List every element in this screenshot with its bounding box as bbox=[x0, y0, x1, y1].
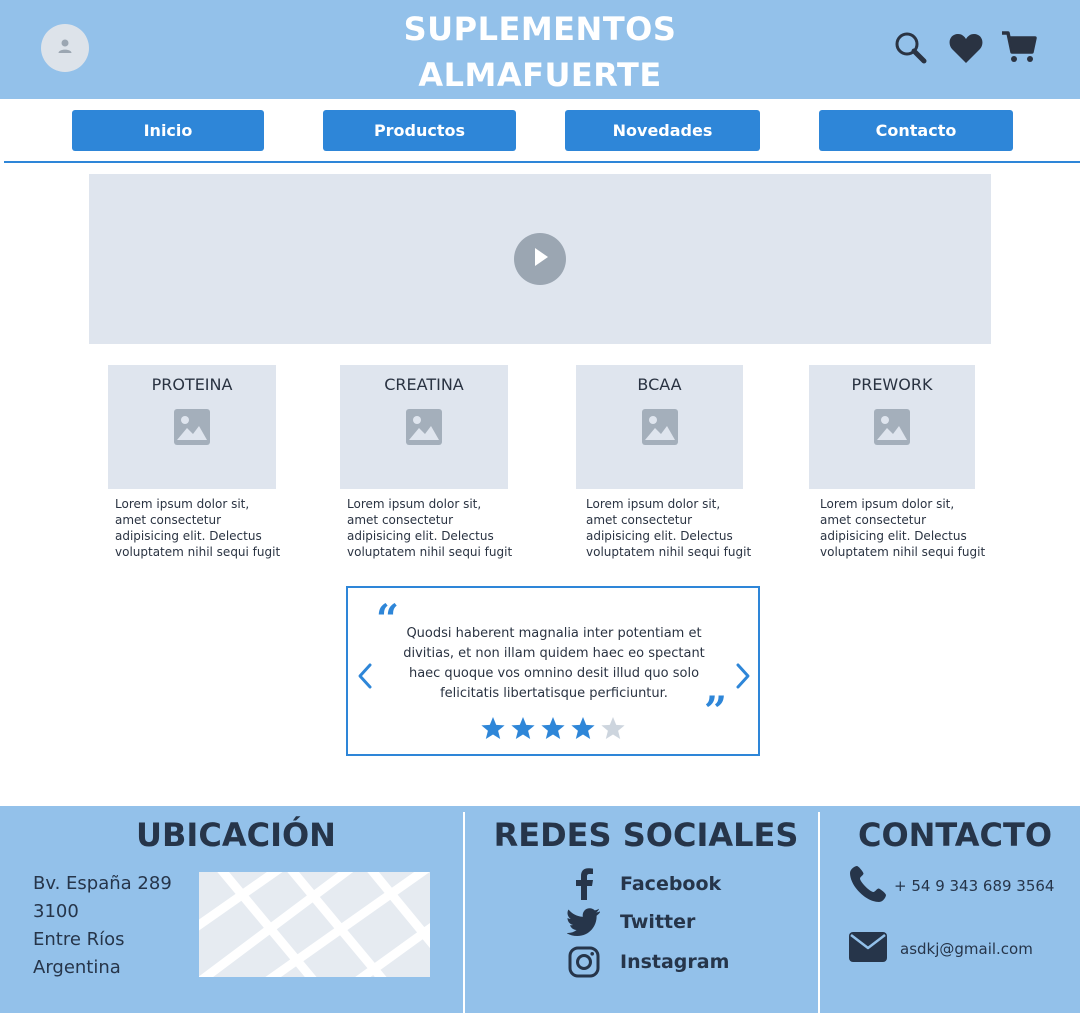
footer-divider bbox=[463, 812, 465, 1013]
play-icon bbox=[530, 246, 550, 272]
address-line: Bv. España 289 bbox=[33, 873, 172, 894]
address-line: Argentina bbox=[33, 957, 121, 978]
product-description-line: voluptatem nihil sequi fugit bbox=[820, 545, 986, 559]
user-avatar[interactable] bbox=[41, 24, 89, 72]
facebook-icon bbox=[566, 868, 602, 900]
product-description-line: voluptatem nihil sequi fugit bbox=[586, 545, 752, 559]
product-card-prework[interactable]: PREWORK bbox=[809, 365, 975, 489]
testimonial-line: felicitatis libertatisque perficiuntur. bbox=[440, 686, 668, 701]
site-footer: UBICACIÓN Bv. España 289 3100 Entre Ríos… bbox=[0, 806, 1080, 1013]
nav-productos-button[interactable]: Productos bbox=[323, 110, 516, 151]
product-description-line: amet consectetur bbox=[586, 513, 693, 527]
product-description-line: adipisicing elit. Delectus bbox=[820, 529, 967, 543]
star-icon bbox=[480, 716, 506, 745]
product-description: Lorem ipsum dolor sit, amet consectetur … bbox=[115, 496, 285, 560]
nav-divider bbox=[4, 161, 1080, 163]
social-heading: REDES SOCIALES bbox=[493, 816, 799, 854]
chevron-left-icon[interactable] bbox=[356, 662, 374, 694]
testimonial-line: Quodsi haberent magnalia inter potentiam… bbox=[406, 626, 702, 641]
social-link-facebook[interactable]: Facebook bbox=[566, 868, 721, 900]
testimonial-carousel: “ ” Quodsi haberent magnalia inter poten… bbox=[346, 586, 760, 756]
footer-divider bbox=[818, 812, 820, 1013]
star-icon bbox=[510, 716, 536, 745]
email-address: asdkj@gmail.com bbox=[900, 940, 1033, 958]
main-nav: Inicio Productos Novedades Contacto bbox=[0, 99, 1080, 163]
play-button[interactable] bbox=[514, 233, 566, 285]
site-title: SUPLEMENTOS ALMAFUERTE bbox=[340, 6, 740, 98]
user-icon bbox=[56, 37, 74, 59]
product-title: PROTEINA bbox=[151, 375, 233, 394]
product-description-line: Lorem ipsum dolor sit, bbox=[115, 497, 250, 511]
site-title-line2: ALMAFUERTE bbox=[418, 56, 662, 94]
twitter-icon bbox=[566, 908, 602, 936]
nav-inicio-button[interactable]: Inicio bbox=[72, 110, 264, 151]
social-link-instagram[interactable]: Instagram bbox=[566, 946, 729, 978]
social-label: Twitter bbox=[620, 911, 696, 933]
cart-icon[interactable] bbox=[1001, 30, 1037, 68]
site-header: SUPLEMENTOS ALMAFUERTE bbox=[0, 0, 1080, 99]
contact-phone[interactable]: + 54 9 343 689 3564 bbox=[848, 864, 1054, 908]
contact-email[interactable]: asdkj@gmail.com bbox=[848, 930, 1033, 968]
rating-stars bbox=[480, 716, 626, 745]
product-description-line: adipisicing elit. Delectus bbox=[347, 529, 494, 543]
image-placeholder-icon bbox=[641, 408, 679, 450]
video-player[interactable] bbox=[89, 174, 991, 344]
product-title: PREWORK bbox=[851, 375, 933, 394]
star-icon bbox=[600, 716, 626, 745]
product-description-line: Lorem ipsum dolor sit, bbox=[586, 497, 721, 511]
chevron-right-icon[interactable] bbox=[734, 662, 752, 694]
address-line: Entre Ríos bbox=[33, 929, 125, 950]
star-icon bbox=[570, 716, 596, 745]
address-line: 3100 bbox=[33, 901, 79, 922]
social-label: Facebook bbox=[620, 873, 722, 895]
open-quote-icon: “ bbox=[376, 596, 400, 643]
mail-icon bbox=[848, 930, 900, 968]
social-label: Instagram bbox=[620, 951, 730, 973]
phone-number: + 54 9 343 689 3564 bbox=[894, 877, 1055, 895]
heart-icon[interactable] bbox=[949, 32, 983, 68]
product-description-line: amet consectetur bbox=[347, 513, 454, 527]
product-card-proteina[interactable]: PROTEINA bbox=[108, 365, 276, 489]
product-description-line: voluptatem nihil sequi fugit bbox=[115, 545, 281, 559]
search-icon[interactable] bbox=[893, 30, 927, 68]
product-description-line: Lorem ipsum dolor sit, bbox=[347, 497, 482, 511]
product-title: BCAA bbox=[637, 375, 682, 394]
image-placeholder-icon bbox=[405, 408, 443, 450]
image-placeholder-icon bbox=[873, 408, 911, 450]
testimonial-line: divitias, et non illam quidem haec eo sp… bbox=[403, 646, 705, 661]
product-description: Lorem ipsum dolor sit, amet consectetur … bbox=[820, 496, 990, 560]
testimonial-line: haec quoque vos omnino desit illud quo s… bbox=[408, 666, 700, 681]
phone-icon bbox=[848, 864, 894, 908]
product-card-creatina[interactable]: CREATINA bbox=[340, 365, 508, 489]
product-description: Lorem ipsum dolor sit, amet consectetur … bbox=[347, 496, 517, 560]
instagram-icon bbox=[566, 946, 602, 978]
nav-novedades-button[interactable]: Novedades bbox=[565, 110, 760, 151]
contact-heading: CONTACTO bbox=[857, 816, 1053, 854]
product-description-line: amet consectetur bbox=[115, 513, 222, 527]
nav-contacto-button[interactable]: Contacto bbox=[819, 110, 1013, 151]
star-icon bbox=[540, 716, 566, 745]
image-placeholder-icon bbox=[173, 408, 211, 450]
site-title-line1: SUPLEMENTOS bbox=[403, 10, 677, 48]
product-card-bcaa[interactable]: BCAA bbox=[576, 365, 743, 489]
product-description-line: adipisicing elit. Delectus bbox=[586, 529, 733, 543]
product-description-line: Lorem ipsum dolor sit, bbox=[820, 497, 955, 511]
product-description: Lorem ipsum dolor sit, amet consectetur … bbox=[586, 496, 756, 560]
address: Bv. España 289 3100 Entre Ríos Argentina bbox=[33, 870, 172, 982]
location-heading: UBICACIÓN bbox=[136, 816, 336, 854]
testimonial-text: Quodsi haberent magnalia inter potentiam… bbox=[398, 624, 710, 704]
product-description-line: amet consectetur bbox=[820, 513, 927, 527]
map[interactable] bbox=[199, 872, 430, 977]
product-description-line: voluptatem nihil sequi fugit bbox=[347, 545, 513, 559]
product-title: CREATINA bbox=[384, 375, 464, 394]
social-link-twitter[interactable]: Twitter bbox=[566, 908, 695, 936]
product-description-line: adipisicing elit. Delectus bbox=[115, 529, 262, 543]
